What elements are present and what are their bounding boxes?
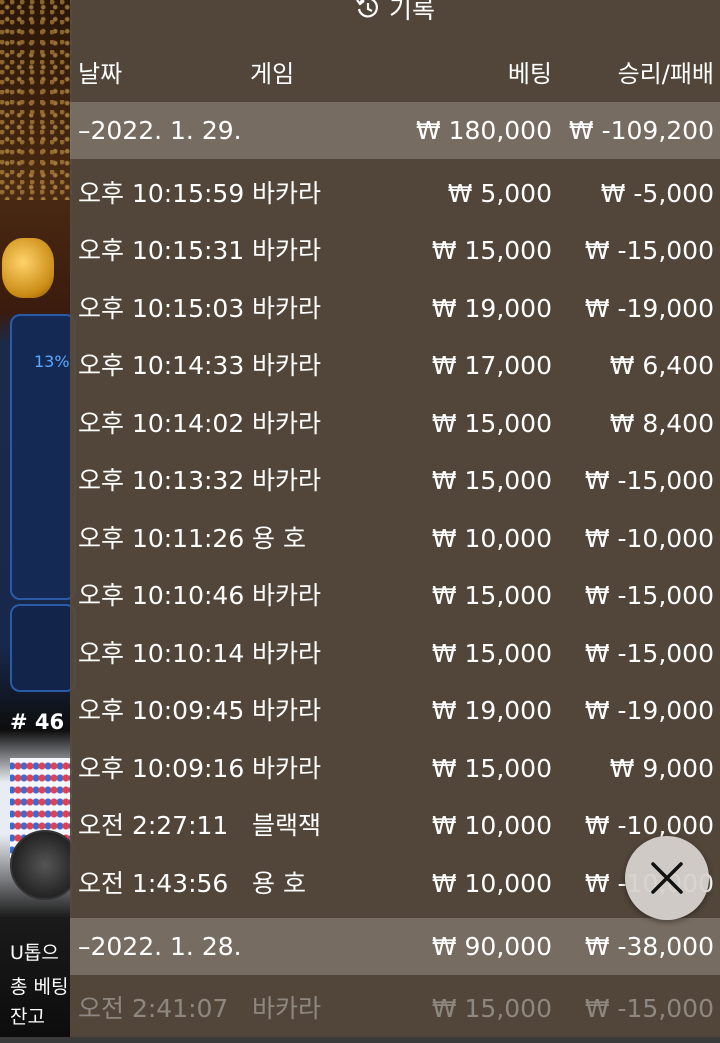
row-game: 바카라 [252, 754, 322, 783]
row-bet: ₩ 15,000 [431, 409, 552, 438]
row-time: 오후 10:09:16 [78, 754, 245, 783]
row-game: 블랙잭 [252, 811, 322, 840]
row-time: 오후 10:14:33 [78, 351, 245, 380]
row-game: 바카라 [252, 294, 322, 323]
background-table-number: # 46 [10, 710, 65, 734]
row-result: ₩ -19,000 [584, 294, 714, 323]
history-row[interactable]: 오후 10:10:14 바카라 ₩ 15,000 ₩ -15,000 [70, 625, 720, 682]
background-percent: 13% [34, 352, 70, 371]
history-row[interactable]: 오후 10:09:45 바카라 ₩ 19,000 ₩ -19,000 [70, 682, 720, 739]
row-game: 바카라 [252, 639, 322, 668]
date-group-row[interactable]: –2022. 1. 28. ₩ 90,000 ₩ -38,000 [70, 918, 720, 975]
history-row[interactable]: 오후 10:14:02 바카라 ₩ 15,000 ₩ 8,400 [70, 395, 720, 452]
column-header-date: 날짜 [78, 60, 123, 88]
bottom-bar [0, 1037, 720, 1043]
close-button[interactable] [625, 836, 709, 920]
background-glitter [0, 0, 72, 200]
row-bet: ₩ 10,000 [431, 811, 552, 840]
column-header-bet: 베팅 [507, 60, 552, 88]
background-bet-panel-2 [10, 604, 76, 692]
row-time: 오후 10:15:03 [78, 294, 245, 323]
row-bet: ₩ 15,000 [431, 994, 552, 1023]
history-row[interactable]: 오후 10:13:32 바카라 ₩ 15,000 ₩ -15,000 [70, 452, 720, 509]
row-result: ₩ 9,000 [609, 754, 714, 783]
row-bet: ₩ 17,000 [431, 351, 552, 380]
row-time: 오후 10:09:45 [78, 696, 245, 725]
row-result: ₩ -19,000 [584, 696, 714, 725]
close-icon [651, 862, 683, 894]
date-group-row[interactable]: –2022. 1. 29. ₩ 180,000 ₩ -109,200 [70, 102, 720, 159]
row-game: 바카라 [252, 994, 322, 1023]
column-header-result: 승리/패배 [617, 60, 714, 88]
row-bet: ₩ 15,000 [431, 466, 552, 495]
row-time: 오후 10:10:46 [78, 581, 245, 610]
group-total-result: ₩ -109,200 [568, 116, 714, 145]
row-time: 오후 10:10:14 [78, 639, 245, 668]
history-row[interactable]: 오후 10:11:26 용 호 ₩ 10,000 ₩ -10,000 [70, 510, 720, 567]
row-game: 바카라 [252, 236, 322, 265]
history-row[interactable]: 오전 2:27:11 블랙잭 ₩ 10,000 ₩ -10,000 [70, 797, 720, 854]
row-bet: ₩ 19,000 [431, 294, 552, 323]
history-row[interactable]: 오전 1:43:56 용 호 ₩ 10,000 ₩ -10,000 [70, 855, 720, 912]
row-result: ₩ -15,000 [584, 994, 714, 1023]
row-result: ₩ 8,400 [609, 409, 714, 438]
background-text-3: 잔고 [10, 1006, 45, 1028]
row-bet: ₩ 19,000 [431, 696, 552, 725]
row-bet: ₩ 5,000 [447, 179, 552, 208]
row-result: ₩ 6,400 [609, 351, 714, 380]
group-total-bet: ₩ 90,000 [431, 932, 552, 961]
row-bet: ₩ 10,000 [431, 524, 552, 553]
history-row[interactable]: 오후 10:09:16 바카라 ₩ 15,000 ₩ 9,000 [70, 740, 720, 797]
row-time: 오후 10:14:02 [78, 409, 245, 438]
row-time: 오후 10:11:26 [78, 524, 245, 553]
row-result: ₩ -15,000 [584, 639, 714, 668]
history-row[interactable]: 오후 10:14:33 바카라 ₩ 17,000 ₩ 6,400 [70, 337, 720, 394]
row-result: ₩ -10,000 [584, 524, 714, 553]
history-row[interactable]: 오후 10:15:59 바카라 ₩ 5,000 ₩ -5,000 [70, 165, 720, 222]
row-game: 바카라 [252, 409, 322, 438]
history-clock-icon [356, 0, 378, 18]
history-row[interactable]: 오후 10:15:03 바카라 ₩ 19,000 ₩ -19,000 [70, 280, 720, 337]
background-text-2: 총 베팅 [10, 976, 69, 998]
background-text-1: U톱으 [10, 942, 59, 964]
history-panel: 기록 날짜 게임 베팅 승리/패배 –2022. 1. 29. ₩ 180,00… [70, 0, 720, 1043]
row-result: ₩ -5,000 [600, 179, 714, 208]
row-bet: ₩ 15,000 [431, 236, 552, 265]
row-time: 오후 10:15:31 [78, 236, 245, 265]
row-time: 오후 10:13:32 [78, 466, 245, 495]
row-result: ₩ -15,000 [584, 581, 714, 610]
row-result: ₩ -15,000 [584, 466, 714, 495]
history-title: 기록 [388, 0, 435, 24]
row-game: 바카라 [252, 581, 322, 610]
row-game: 용 호 [252, 869, 306, 898]
row-game: 용 호 [252, 524, 306, 553]
row-result: ₩ -15,000 [584, 236, 714, 265]
history-row[interactable]: 오전 2:41:07 바카라 ₩ 15,000 ₩ -15,000 [70, 980, 720, 1037]
row-game: 바카라 [252, 466, 322, 495]
row-time: 오전 2:27:11 [78, 811, 229, 840]
row-time: 오전 2:41:07 [78, 994, 229, 1023]
group-total-result: ₩ -38,000 [584, 932, 714, 961]
row-time: 오후 10:15:59 [78, 179, 245, 208]
history-header: 기록 [70, 0, 720, 28]
row-game: 바카라 [252, 696, 322, 725]
row-game: 바카라 [252, 179, 322, 208]
history-row[interactable]: 오후 10:15:31 바카라 ₩ 15,000 ₩ -15,000 [70, 222, 720, 279]
history-row[interactable]: 오후 10:10:46 바카라 ₩ 15,000 ₩ -15,000 [70, 567, 720, 624]
group-total-bet: ₩ 180,000 [415, 116, 552, 145]
pineapple-icon [2, 238, 54, 298]
row-bet: ₩ 15,000 [431, 639, 552, 668]
group-date: –2022. 1. 28. [78, 932, 242, 961]
group-date: –2022. 1. 29. [78, 116, 242, 145]
row-bet: ₩ 15,000 [431, 581, 552, 610]
row-bet: ₩ 10,000 [431, 869, 552, 898]
column-header-game: 게임 [250, 60, 295, 88]
row-game: 바카라 [252, 351, 322, 380]
row-time: 오전 1:43:56 [78, 869, 229, 898]
row-bet: ₩ 15,000 [431, 754, 552, 783]
